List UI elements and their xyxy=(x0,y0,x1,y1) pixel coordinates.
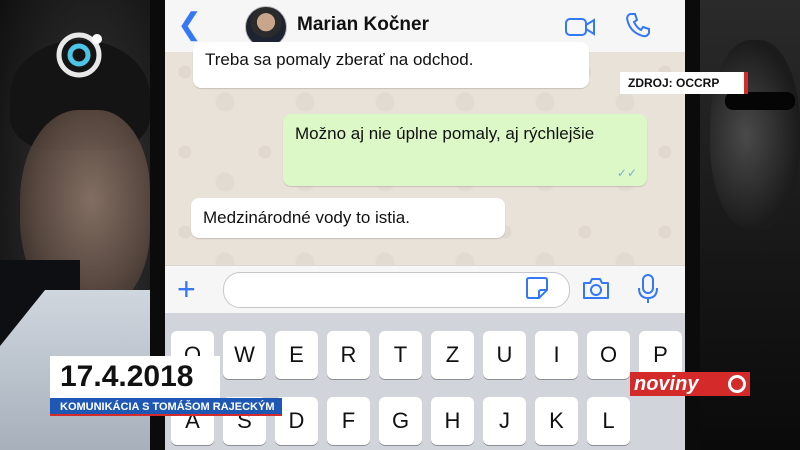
key-w[interactable]: W xyxy=(223,331,266,379)
message-input-bar: + xyxy=(165,265,685,314)
key-u[interactable]: U xyxy=(483,331,526,379)
contact-name[interactable]: Marian Kočner xyxy=(297,14,429,36)
channel-logo-icon xyxy=(56,32,102,78)
read-receipt-icon: ✓✓ xyxy=(616,166,637,180)
background-face-right xyxy=(710,40,800,230)
chat-area: Treba sa pomaly zberať na odchod. Možno … xyxy=(165,42,685,265)
message-text: Treba sa pomaly zberať na odchod. xyxy=(205,50,474,69)
message-input[interactable] xyxy=(223,272,570,308)
key-e[interactable]: E xyxy=(275,331,318,379)
key-k[interactable]: K xyxy=(535,397,578,445)
broadcast-date: 17.4.2018 xyxy=(50,356,220,398)
brand-badge: noviny xyxy=(630,372,750,396)
key-z[interactable]: Z xyxy=(431,331,474,379)
sticker-icon[interactable] xyxy=(525,276,549,300)
phone-icon[interactable] xyxy=(625,12,651,38)
chevron-left-icon[interactable]: ❮ xyxy=(177,10,202,40)
background-sunglasses xyxy=(725,92,795,110)
brand-logo-icon xyxy=(728,375,746,393)
source-label: ZDROJ: OCCRP xyxy=(620,72,748,94)
outgoing-message: Možno aj nie úplne pomaly, aj rýchlejšie… xyxy=(283,114,647,186)
key-l[interactable]: L xyxy=(587,397,630,445)
keyboard: Q W E R T Z U I O P A S D F G H J K L xyxy=(165,313,685,450)
video-call-icon[interactable] xyxy=(565,16,595,38)
microphone-icon[interactable] xyxy=(637,274,659,304)
key-t[interactable]: T xyxy=(379,331,422,379)
key-j[interactable]: J xyxy=(483,397,526,445)
lower-third-caption: KOMUNIKÁCIA S TOMÁŠOM RAJECKÝM xyxy=(50,398,282,416)
message-text: Možno aj nie úplne pomaly, aj rýchlejšie xyxy=(295,124,595,143)
key-o[interactable]: O xyxy=(587,331,630,379)
brand-name: noviny xyxy=(634,373,699,395)
camera-icon[interactable] xyxy=(582,276,610,300)
whatsapp-screen: ❮ Marian Kočner Treba sa pomaly zberať n… xyxy=(165,0,685,450)
incoming-message: Treba sa pomaly zberať na odchod. xyxy=(193,42,589,88)
plus-icon[interactable]: + xyxy=(177,272,196,306)
key-i[interactable]: I xyxy=(535,331,578,379)
incoming-message: Medzinárodné vody to istia. xyxy=(191,198,505,238)
message-text: Medzinárodné vody to istia. xyxy=(203,208,410,227)
key-f[interactable]: F xyxy=(327,397,370,445)
key-r[interactable]: R xyxy=(327,331,370,379)
key-g[interactable]: G xyxy=(379,397,422,445)
key-h[interactable]: H xyxy=(431,397,474,445)
